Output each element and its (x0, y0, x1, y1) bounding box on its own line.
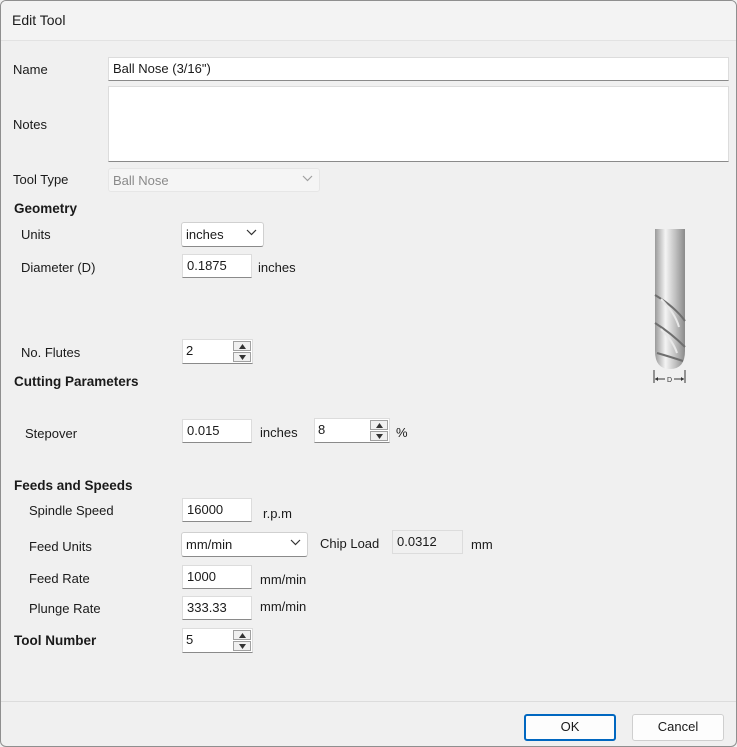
stepover-label: Stepover (25, 426, 78, 441)
triangle-up-icon (376, 423, 383, 428)
spin-up-button[interactable] (233, 630, 251, 640)
feed-rate-input[interactable]: 1000 (182, 565, 252, 589)
window-title: Edit Tool (12, 12, 66, 28)
triangle-up-icon (239, 344, 246, 349)
feed-rate-label: Feed Rate (29, 571, 90, 586)
plunge-rate-input[interactable]: 333.33 (182, 596, 252, 620)
spin-arrows (370, 420, 388, 441)
spindle-speed-unit: r.p.m (263, 506, 292, 521)
tool-number-heading: Tool Number (14, 633, 97, 648)
feed-units-label: Feed Units (29, 539, 92, 554)
triangle-up-icon (239, 633, 246, 638)
units-select[interactable]: inches (181, 222, 264, 247)
tool-type-value: Ball Nose (113, 173, 169, 188)
flutes-label: No. Flutes (21, 345, 81, 360)
chip-load-unit: mm (471, 537, 493, 552)
feed-rate-unit: mm/min (260, 572, 307, 587)
percent-symbol: % (396, 425, 408, 440)
spin-arrows (233, 630, 251, 651)
name-label: Name (13, 62, 48, 77)
tool-type-label: Tool Type (13, 172, 69, 187)
spin-down-button[interactable] (370, 431, 388, 441)
edit-tool-dialog: Edit Tool Name Ball Nose (3/16") Notes T… (0, 0, 737, 747)
diagram-d-label: D (667, 377, 672, 384)
ball-nose-tool-diagram: D (653, 229, 686, 384)
tool-number-value: 5 (186, 632, 194, 647)
triangle-down-icon (239, 644, 246, 649)
geometry-heading: Geometry (14, 201, 78, 216)
chevron-down-icon (246, 229, 257, 236)
units-value: inches (186, 227, 224, 242)
feed-units-value: mm/min (186, 537, 233, 552)
diameter-input[interactable]: 0.1875 (182, 254, 252, 278)
ok-button[interactable]: OK (524, 714, 616, 741)
stepover-input[interactable]: 0.015 (182, 419, 252, 443)
chip-load-value: 0.0312 (392, 530, 463, 554)
name-input[interactable]: Ball Nose (3/16") (108, 57, 729, 81)
stepover-percent-value: 8 (318, 422, 326, 437)
diameter-label: Diameter (D) (21, 260, 96, 275)
stepover-percent-spinbox[interactable]: 8 (314, 418, 390, 443)
spin-up-button[interactable] (370, 420, 388, 430)
units-label: Units (21, 227, 51, 242)
spin-down-button[interactable] (233, 352, 251, 362)
notes-label: Notes (13, 117, 47, 132)
tool-type-select[interactable]: Ball Nose (108, 168, 320, 192)
chip-load-label: Chip Load (320, 536, 380, 551)
plunge-rate-label: Plunge Rate (29, 601, 101, 616)
notes-textarea[interactable] (108, 86, 729, 162)
feeds-and-speeds-heading: Feeds and Speeds (14, 478, 133, 493)
tool-number-spinbox[interactable]: 5 (182, 628, 253, 653)
cancel-button[interactable]: Cancel (632, 714, 724, 741)
spin-up-button[interactable] (233, 341, 251, 351)
feed-units-select[interactable]: mm/min (181, 532, 308, 557)
flutes-value: 2 (186, 343, 194, 358)
cutting-parameters-heading: Cutting Parameters (14, 374, 139, 389)
triangle-down-icon (239, 355, 246, 360)
spin-down-button[interactable] (233, 641, 251, 651)
diameter-unit: inches (258, 260, 296, 275)
chevron-down-icon (302, 175, 313, 182)
spindle-speed-label: Spindle Speed (29, 503, 114, 518)
title-bar: Edit Tool (1, 1, 736, 41)
stepover-unit: inches (260, 425, 298, 440)
flutes-spinbox[interactable]: 2 (182, 339, 253, 364)
spin-arrows (233, 341, 251, 362)
spindle-speed-input[interactable]: 16000 (182, 498, 252, 522)
plunge-rate-unit: mm/min (260, 599, 307, 614)
footer-divider (1, 701, 736, 702)
chevron-down-icon (290, 539, 301, 546)
triangle-down-icon (376, 434, 383, 439)
